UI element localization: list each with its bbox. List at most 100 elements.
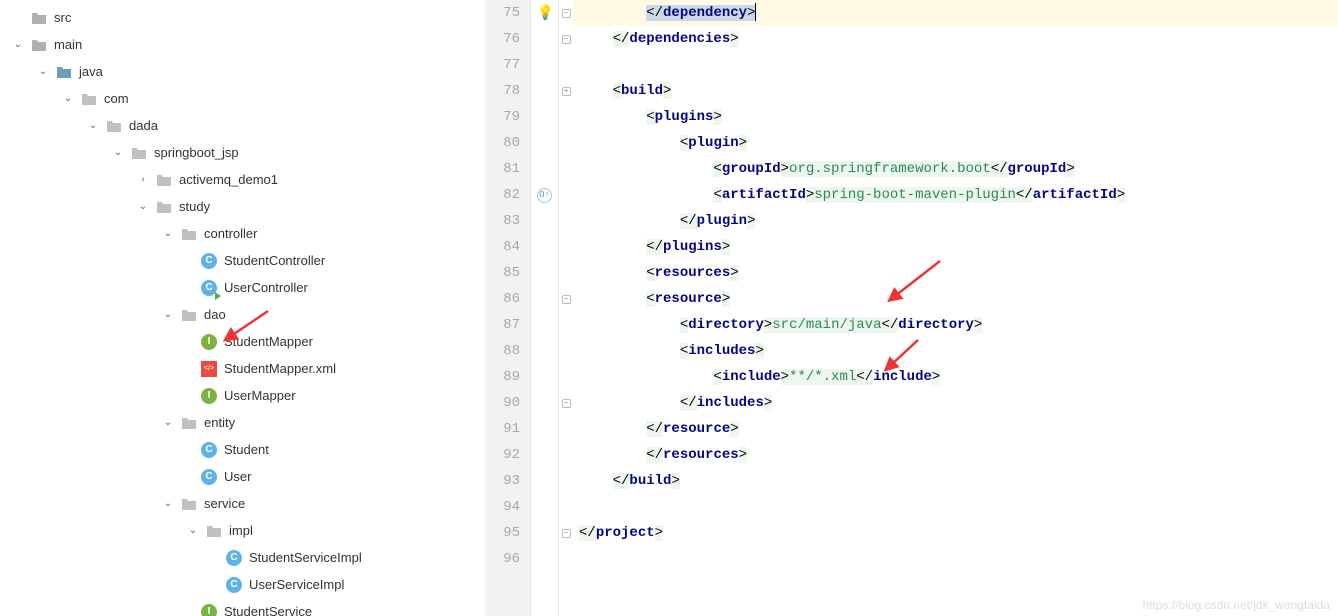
chevron-down-icon[interactable]: ⌄ <box>35 64 51 80</box>
tree-folder-main[interactable]: ⌄ main <box>0 31 485 58</box>
tree-package-dao[interactable]: ⌄ dao <box>0 301 485 328</box>
tree-interface-student-mapper[interactable]: I StudentMapper <box>0 328 485 355</box>
tree-package-service[interactable]: ⌄ service <box>0 490 485 517</box>
tree-class-student[interactable]: C Student <box>0 436 485 463</box>
fold-expand-icon[interactable]: + <box>562 87 571 96</box>
code-line[interactable]: <artifactId>spring-boot-maven-plugin</ar… <box>573 182 1338 208</box>
fold-collapse-icon[interactable]: − <box>562 9 571 18</box>
project-tree[interactable]: src ⌄ main ⌄ java ⌄ com ⌄ dada ⌄ springb <box>0 0 485 616</box>
chevron-right-icon[interactable]: › <box>135 172 151 188</box>
code-line[interactable]: <includes> <box>573 338 1338 364</box>
tree-folder-src[interactable]: src <box>0 4 485 31</box>
tree-class-user-controller[interactable]: C UserController <box>0 274 485 301</box>
watermark-text: https://blog.csdn.net/jdk_wangtaida <box>1143 598 1330 612</box>
tree-file-student-mapper-xml[interactable]: </> StudentMapper.xml <box>0 355 485 382</box>
tree-package-com[interactable]: ⌄ com <box>0 85 485 112</box>
chevron-down-icon[interactable]: ⌄ <box>160 307 176 323</box>
tree-package-activemq[interactable]: › activemq_demo1 <box>0 166 485 193</box>
tree-label: UserServiceImpl <box>249 577 344 592</box>
fold-collapse-icon[interactable]: − <box>562 529 571 538</box>
package-icon <box>180 414 198 432</box>
code-line[interactable]: <build> <box>573 78 1338 104</box>
chevron-down-icon[interactable]: ⌄ <box>160 496 176 512</box>
tree-label: java <box>79 64 103 79</box>
tree-label: study <box>179 199 210 214</box>
tree-package-study[interactable]: ⌄ study <box>0 193 485 220</box>
chevron-down-icon[interactable]: ⌄ <box>10 37 26 53</box>
chevron-down-icon[interactable]: ⌄ <box>185 523 201 539</box>
line-number: 85 <box>491 260 520 286</box>
folder-icon <box>30 9 48 27</box>
line-number: 92 <box>491 442 520 468</box>
line-number: 82 <box>491 182 520 208</box>
code-line[interactable]: <resources> <box>573 260 1338 286</box>
tree-class-user[interactable]: C User <box>0 463 485 490</box>
tree-label: src <box>54 10 71 25</box>
package-icon <box>155 198 173 216</box>
class-icon: C <box>225 549 243 567</box>
tree-label: impl <box>229 523 253 538</box>
xml-file-icon: </> <box>200 360 218 378</box>
line-number: 87 <box>491 312 520 338</box>
chevron-down-icon[interactable]: ⌄ <box>60 91 76 107</box>
line-number: 83 <box>491 208 520 234</box>
tree-class-student-service-impl[interactable]: C StudentServiceImpl <box>0 544 485 571</box>
tree-interface-student-service[interactable]: I StudentService <box>0 598 485 616</box>
class-icon: C <box>200 252 218 270</box>
fold-collapse-icon[interactable]: − <box>562 35 571 44</box>
line-number: 88 <box>491 338 520 364</box>
code-line[interactable]: </includes> <box>573 390 1338 416</box>
code-content[interactable]: </dependency> </dependencies> <build> <p… <box>573 0 1338 616</box>
code-line[interactable]: <groupId>org.springframework.boot</group… <box>573 156 1338 182</box>
tree-label: dao <box>204 307 226 322</box>
code-line[interactable]: </dependency> <box>573 0 1338 26</box>
code-line[interactable]: </plugins> <box>573 234 1338 260</box>
class-runnable-icon: C <box>200 279 218 297</box>
tree-folder-java[interactable]: ⌄ java <box>0 58 485 85</box>
code-editor[interactable]: 75 76 77 78 79 80 81 82 83 84 85 86 87 8… <box>485 0 1338 616</box>
tree-label: UserMapper <box>224 388 296 403</box>
folder-source-icon <box>55 63 73 81</box>
code-line[interactable]: <resource> <box>573 286 1338 312</box>
tree-class-user-service-impl[interactable]: C UserServiceImpl <box>0 571 485 598</box>
code-line[interactable]: </plugin> <box>573 208 1338 234</box>
chevron-down-icon[interactable]: ⌄ <box>110 145 126 161</box>
chevron-down-icon[interactable]: ⌄ <box>135 199 151 215</box>
class-icon: C <box>200 441 218 459</box>
code-line[interactable]: </build> <box>573 468 1338 494</box>
code-line[interactable]: <directory>src/main/java</directory> <box>573 312 1338 338</box>
line-number: 95 <box>491 520 520 546</box>
folder-icon <box>30 36 48 54</box>
intention-bulb-icon[interactable]: 💡 <box>537 5 553 21</box>
code-line[interactable]: </dependencies> <box>573 26 1338 52</box>
tree-label: Student <box>224 442 269 457</box>
override-gutter-icon[interactable]: O↑ <box>537 188 552 203</box>
code-line[interactable]: </project> <box>573 520 1338 546</box>
chevron-down-icon[interactable]: ⌄ <box>85 118 101 134</box>
code-line[interactable] <box>573 52 1338 78</box>
line-number: 93 <box>491 468 520 494</box>
tree-class-student-controller[interactable]: C StudentController <box>0 247 485 274</box>
tree-package-springboot-jsp[interactable]: ⌄ springboot_jsp <box>0 139 485 166</box>
package-icon <box>80 90 98 108</box>
chevron-down-icon[interactable]: ⌄ <box>160 415 176 431</box>
tree-label: StudentController <box>224 253 325 268</box>
tree-interface-user-mapper[interactable]: I UserMapper <box>0 382 485 409</box>
tree-package-entity[interactable]: ⌄ entity <box>0 409 485 436</box>
code-line[interactable]: <include>**/*.xml</include> <box>573 364 1338 390</box>
fold-collapse-icon[interactable]: − <box>562 295 571 304</box>
fold-collapse-icon[interactable]: − <box>562 399 571 408</box>
tree-package-controller[interactable]: ⌄ controller <box>0 220 485 247</box>
package-icon <box>180 225 198 243</box>
code-line[interactable]: <plugins> <box>573 104 1338 130</box>
code-line[interactable] <box>573 546 1338 572</box>
code-line[interactable] <box>573 494 1338 520</box>
chevron-down-icon[interactable]: ⌄ <box>160 226 176 242</box>
tree-package-dada[interactable]: ⌄ dada <box>0 112 485 139</box>
tree-label: User <box>224 469 251 484</box>
code-line[interactable]: </resources> <box>573 442 1338 468</box>
code-line[interactable]: <plugin> <box>573 130 1338 156</box>
tree-label: controller <box>204 226 257 241</box>
tree-package-impl[interactable]: ⌄ impl <box>0 517 485 544</box>
code-line[interactable]: </resource> <box>573 416 1338 442</box>
